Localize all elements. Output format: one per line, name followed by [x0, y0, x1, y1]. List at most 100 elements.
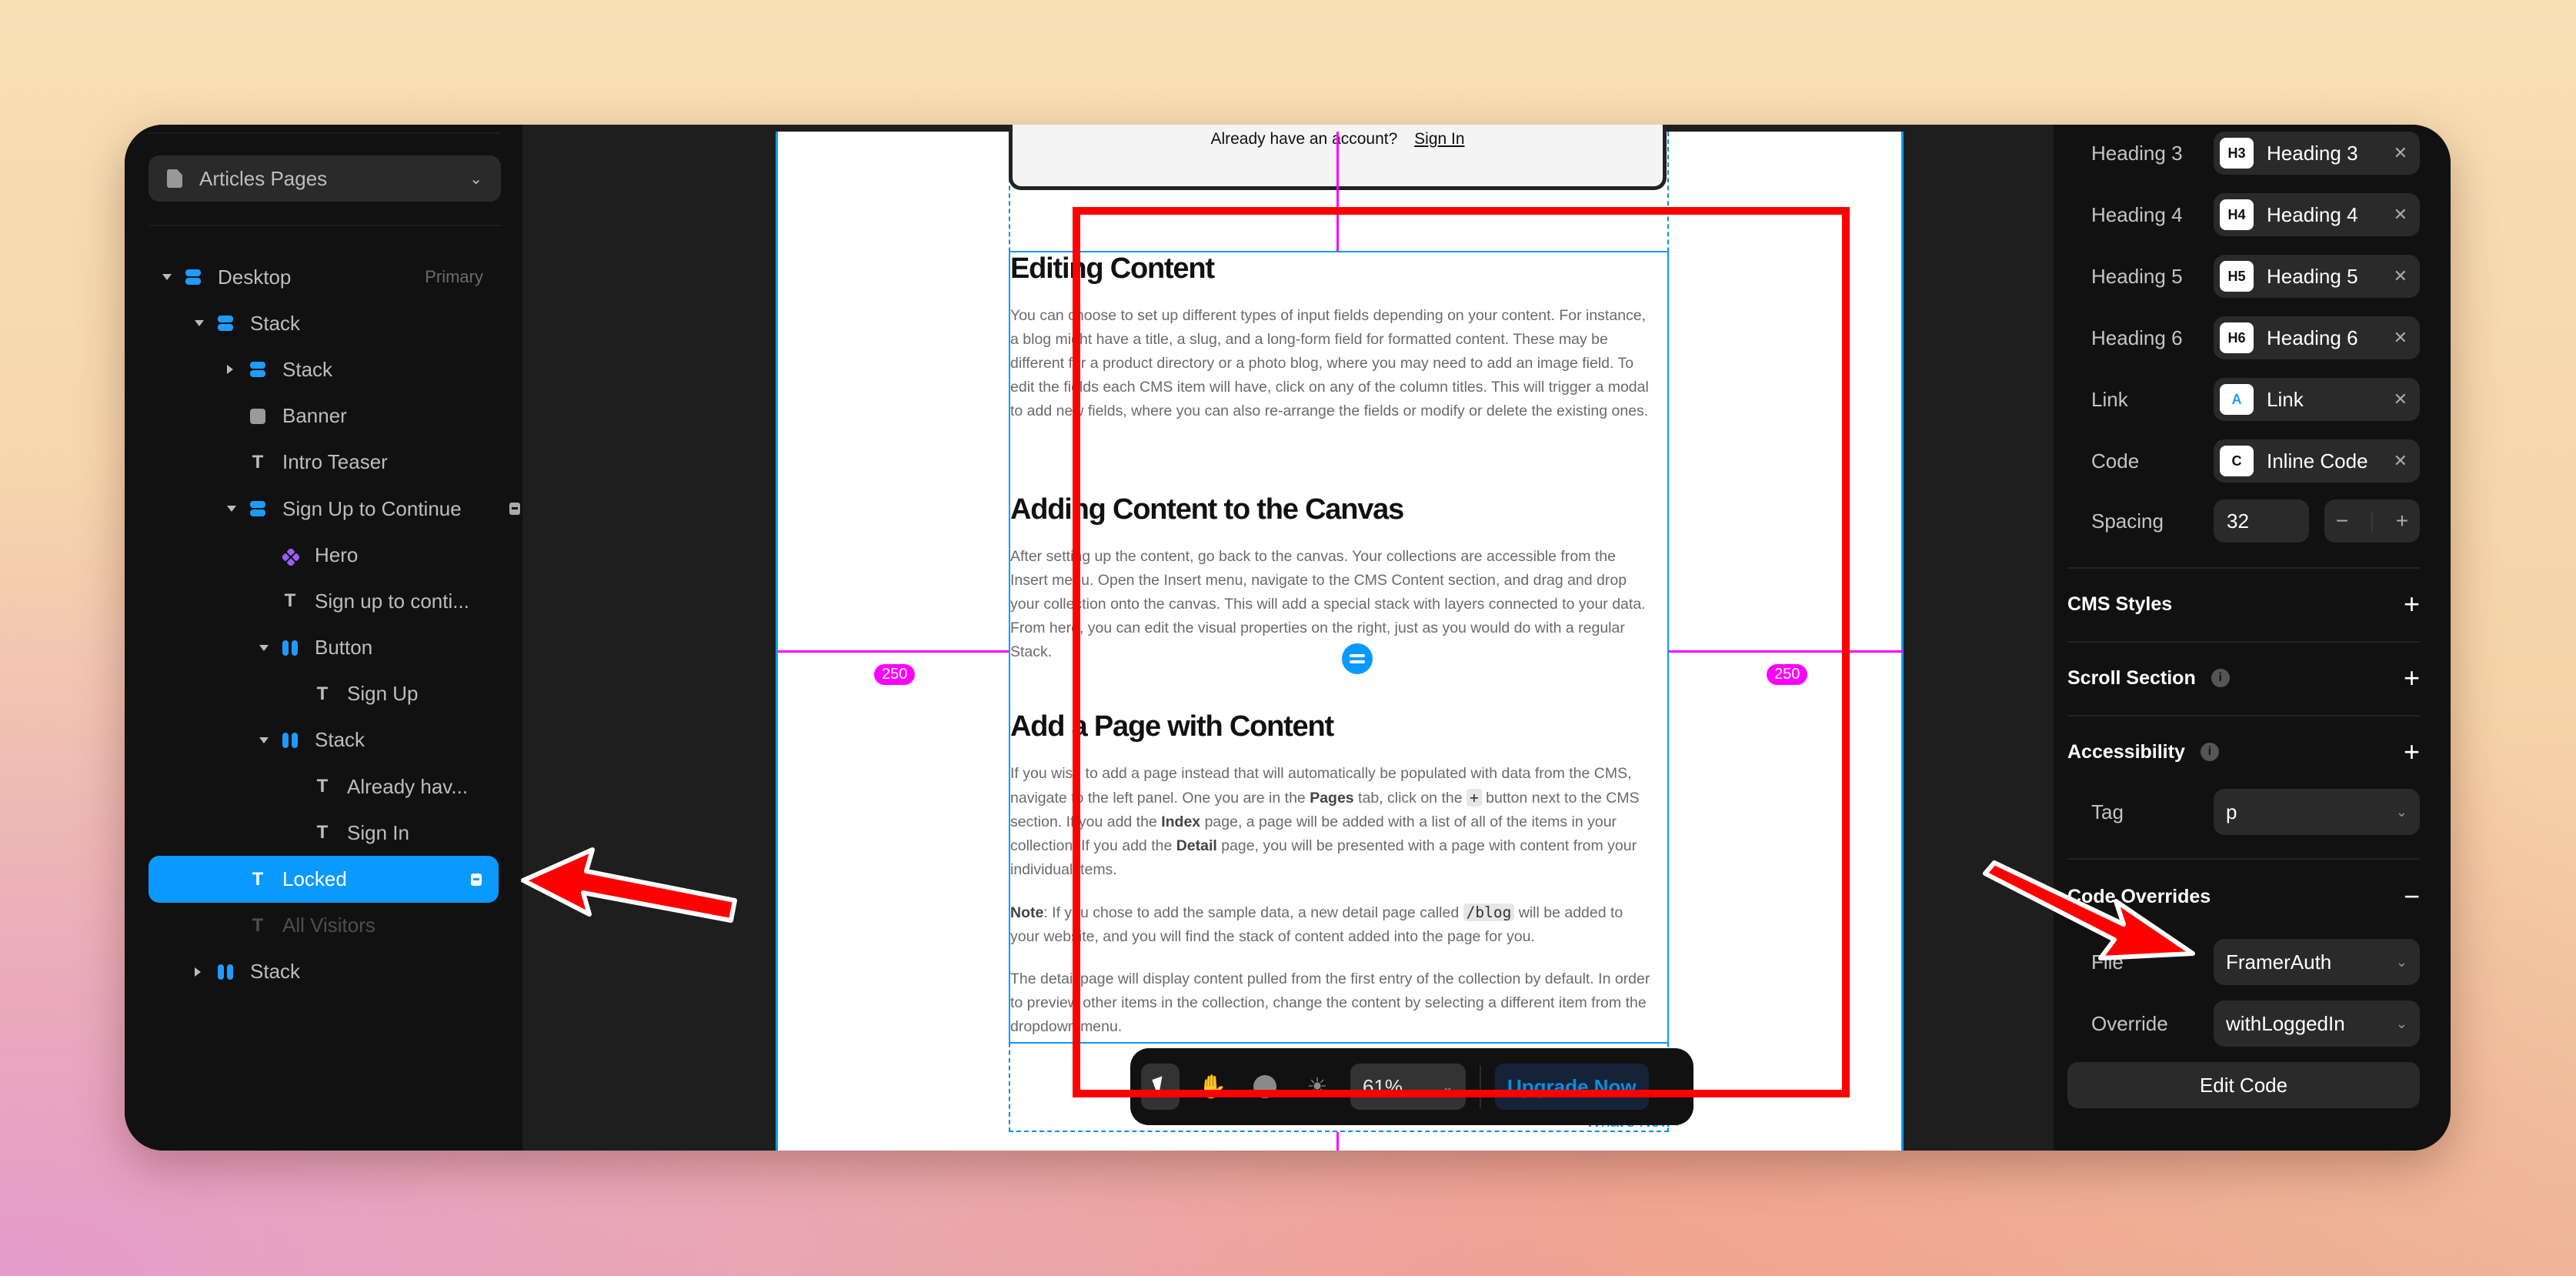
layer-item[interactable]: Banner: [148, 393, 499, 439]
style-preview-icon: A: [2220, 384, 2254, 415]
text-style-chip[interactable]: C Inline Code ✕: [2214, 439, 2420, 483]
layer-item[interactable]: Desktop Primary: [148, 254, 499, 300]
layer-item[interactable]: T Intro Teaser: [148, 439, 499, 486]
layer-label: Stack: [315, 728, 365, 752]
hand-tool-button[interactable]: ✋: [1193, 1064, 1232, 1110]
text-style-label: Code: [2091, 449, 2140, 473]
layer-label: Desktop: [218, 265, 292, 289]
spacing-input[interactable]: 32: [2214, 499, 2309, 543]
text-style-label: Heading 5: [2091, 264, 2183, 288]
style-name: Heading 3: [2267, 141, 2358, 165]
remove-icon[interactable]: ✕: [2394, 389, 2407, 409]
app-window: Articles Pages ⌄ Desktop Primary Stack Stac…: [125, 125, 2451, 1151]
file-select[interactable]: FramerAuth ⌄: [2214, 939, 2420, 985]
layer-label: Sign up to conti...: [315, 589, 469, 613]
expand-arrow-icon[interactable]: [227, 365, 233, 375]
cms-styles-section[interactable]: CMS Styles +: [2067, 581, 2420, 627]
add-icon[interactable]: +: [2404, 736, 2420, 768]
layer-label: Sign Up: [347, 682, 419, 706]
style-preview-icon: H6: [2220, 322, 2254, 353]
collapse-arrow-icon[interactable]: [259, 737, 269, 743]
page-selector[interactable]: Articles Pages ⌄: [148, 155, 501, 202]
spacing-stepper: − +: [2324, 499, 2420, 543]
style-name: Inline Code: [2267, 449, 2368, 473]
tag-select[interactable]: p ⌄: [2214, 789, 2420, 835]
stack-vertical-icon: [185, 269, 201, 285]
style-name: Link: [2267, 387, 2304, 411]
zoom-select[interactable]: 61% ⌄: [1350, 1064, 1466, 1110]
edit-code-button[interactable]: Edit Code: [2067, 1062, 2420, 1108]
preview-tool-button[interactable]: [1246, 1064, 1284, 1110]
lock-icon[interactable]: [509, 503, 521, 516]
add-icon[interactable]: +: [2404, 588, 2420, 620]
text-style-row: Heading 5 H5 Heading 5 ✕: [2054, 253, 2451, 299]
canvas-toolbar: ✋ ☀ 61% ⌄ Upgrade Now: [1130, 1048, 1693, 1125]
collapse-icon[interactable]: −: [2404, 880, 2420, 913]
collapse-arrow-icon[interactable]: [195, 320, 204, 327]
annotation-arrow-right: [1983, 860, 2195, 960]
remove-icon[interactable]: ✕: [2394, 451, 2407, 471]
layer-item[interactable]: T Locked: [148, 856, 499, 903]
add-icon[interactable]: +: [2404, 662, 2420, 694]
lock-icon[interactable]: [471, 873, 482, 886]
canvas[interactable]: Already have an account? Sign In 250 250…: [522, 125, 2054, 1151]
upgrade-button[interactable]: Upgrade Now: [1495, 1064, 1649, 1110]
layer-item[interactable]: Stack: [148, 346, 499, 392]
layer-item[interactable]: T Sign In: [148, 810, 499, 856]
chevron-down-icon: ⌄: [2395, 1015, 2407, 1031]
text-style-chip[interactable]: H4 Heading 4 ✕: [2214, 193, 2420, 236]
layer-item[interactable]: Stack: [148, 949, 499, 995]
layer-item[interactable]: Sign Up to Continue: [148, 486, 521, 532]
text-style-chip[interactable]: H3 Heading 3 ✕: [2214, 132, 2420, 175]
expand-arrow-icon[interactable]: [195, 967, 201, 977]
stack-vertical-icon: [250, 362, 265, 377]
style-name: Heading 4: [2267, 202, 2358, 226]
document-icon: [167, 169, 182, 188]
stack-vertical-icon: [218, 316, 233, 331]
accessibility-section[interactable]: Accessibility i +: [2067, 729, 2420, 775]
layer-item[interactable]: T Sign Up: [148, 671, 499, 717]
chevron-down-icon: ⌄: [2395, 803, 2407, 820]
layer-item[interactable]: T Sign up to conti...: [148, 578, 499, 624]
select-tool-button[interactable]: [1141, 1064, 1180, 1110]
info-icon[interactable]: i: [2200, 743, 2219, 761]
remove-icon[interactable]: ✕: [2394, 143, 2407, 163]
text-style-label: Heading 3: [2091, 141, 2183, 165]
text-style-chip[interactable]: H6 Heading 6 ✕: [2214, 316, 2420, 359]
collapse-arrow-icon[interactable]: [227, 506, 236, 513]
collapse-arrow-icon[interactable]: [162, 274, 172, 281]
text-style-label: Heading 4: [2091, 202, 2183, 226]
signin-link[interactable]: Sign In: [1414, 130, 1464, 148]
scroll-section-section[interactable]: Scroll Section i +: [2067, 655, 2420, 701]
remove-icon[interactable]: ✕: [2394, 205, 2407, 225]
toolbar-divider: [1480, 1065, 1481, 1108]
layer-label: Sign Up to Continue: [282, 496, 462, 520]
divider: [2067, 567, 2420, 569]
annotation-highlight-box: [1073, 207, 1850, 1097]
layer-item[interactable]: Hero: [148, 532, 499, 578]
annotation-highlight-box-bottom: [1073, 1090, 1850, 1097]
theme-tool-button[interactable]: ☀: [1298, 1064, 1336, 1110]
override-select[interactable]: withLoggedIn ⌄: [2214, 1000, 2420, 1047]
remove-icon[interactable]: ✕: [2394, 328, 2407, 348]
info-icon[interactable]: i: [2211, 669, 2230, 687]
text-style-chip[interactable]: A Link ✕: [2214, 378, 2420, 421]
text-style-row: Heading 3 H3 Heading 3 ✕: [2054, 130, 2451, 176]
layer-tree: Desktop Primary Stack Stack Banner T Intro Tea…: [125, 254, 522, 995]
layer-item[interactable]: Stack: [148, 717, 499, 763]
layer-item[interactable]: T Already hav...: [148, 763, 499, 810]
layer-item[interactable]: Stack: [148, 300, 499, 346]
text-icon: T: [252, 914, 264, 936]
distance-badge-left: 250: [874, 664, 916, 685]
collapse-arrow-icon[interactable]: [259, 644, 269, 651]
increment-button[interactable]: +: [2396, 509, 2408, 533]
layer-label: All Visitors: [282, 914, 375, 937]
divider: [2067, 641, 2420, 643]
properties-panel: Heading 3 H3 Heading 3 ✕ Heading 4 H4 Heading …: [2054, 125, 2451, 1151]
text-icon: T: [316, 776, 329, 797]
remove-icon[interactable]: ✕: [2394, 266, 2407, 286]
decrement-button[interactable]: −: [2336, 509, 2348, 533]
layer-item[interactable]: T All Visitors: [148, 903, 499, 949]
layer-item[interactable]: Button: [148, 625, 499, 671]
text-style-chip[interactable]: H5 Heading 5 ✕: [2214, 255, 2420, 298]
